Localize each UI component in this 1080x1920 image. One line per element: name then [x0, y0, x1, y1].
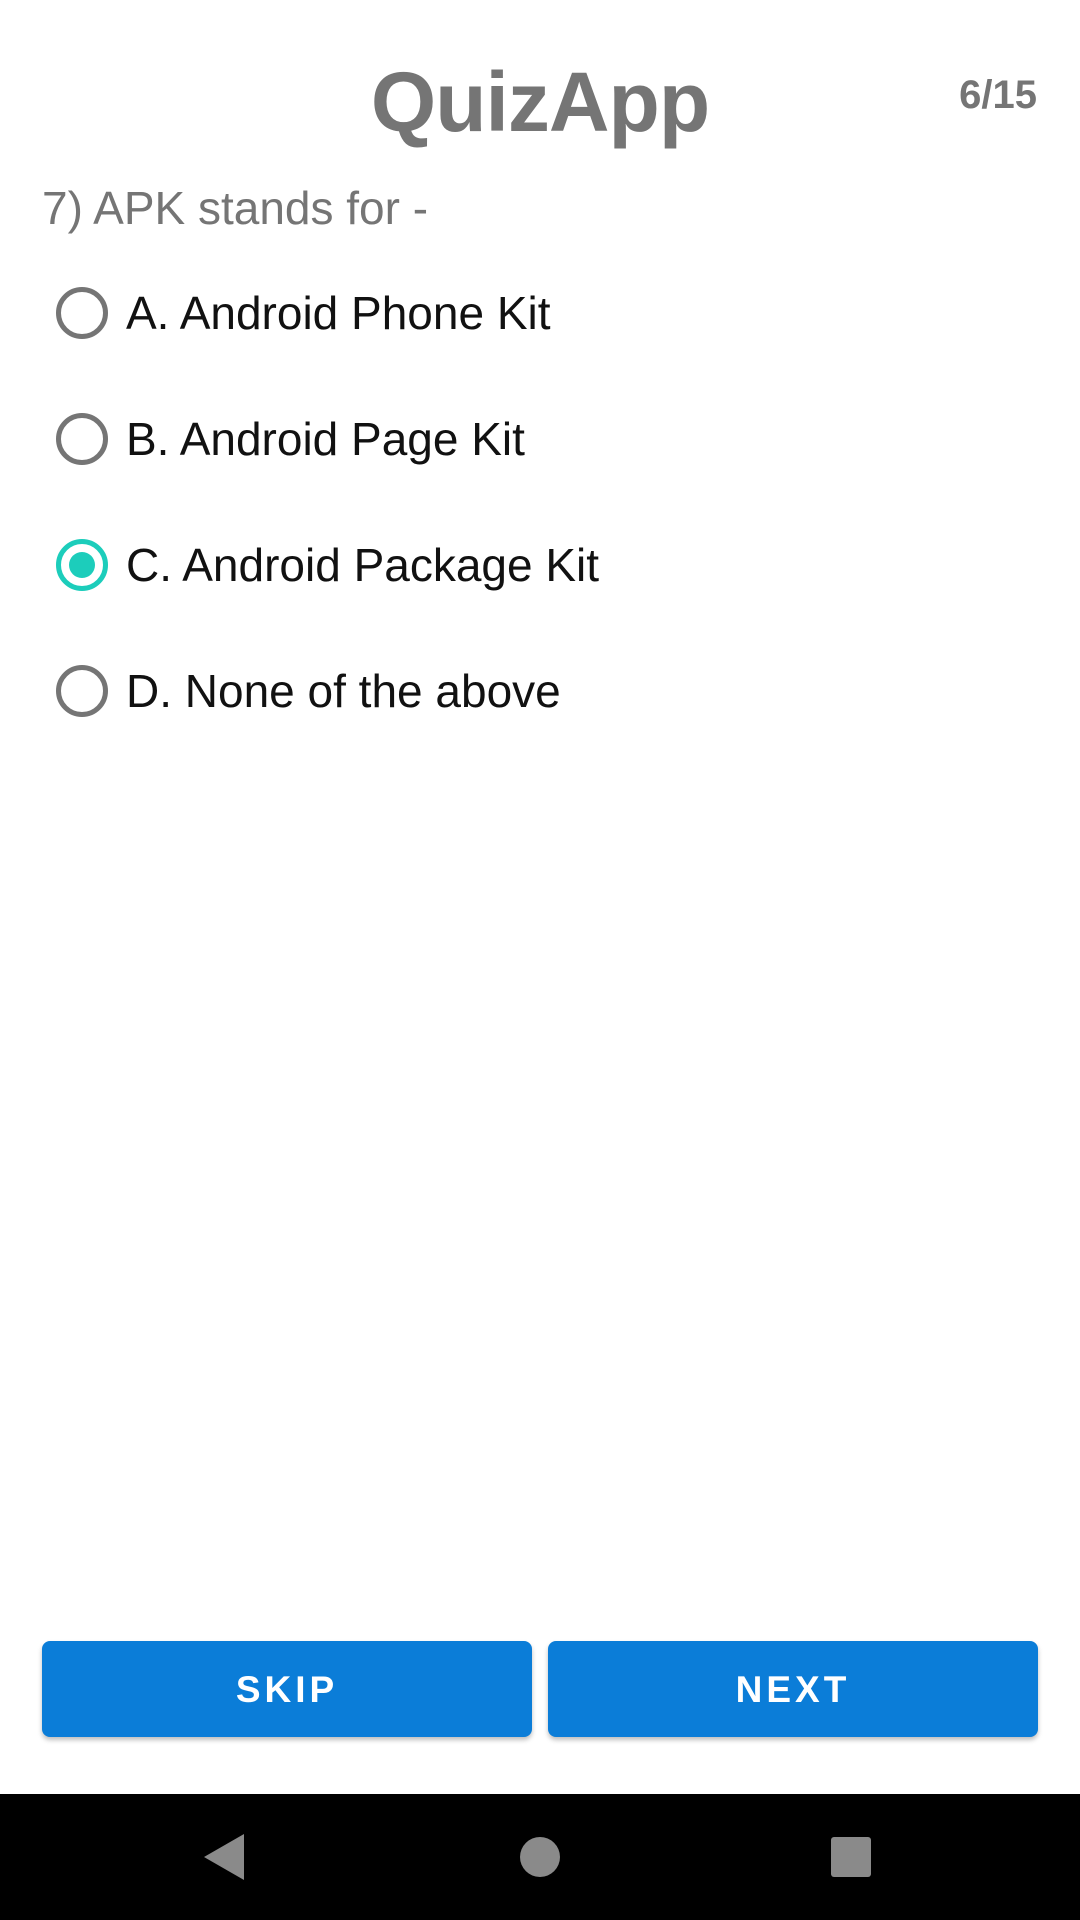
question-progress: 6/15	[959, 73, 1037, 117]
option-label: C. Android Package Kit	[126, 539, 600, 591]
radio-unchecked-icon[interactable]	[56, 287, 108, 339]
answer-options: A. Android Phone Kit B. Android Page Kit…	[56, 250, 1036, 754]
app-header: QuizApp 6/15	[0, 0, 1080, 180]
option-c[interactable]: C. Android Package Kit	[56, 502, 1036, 628]
recents-square-icon[interactable]	[831, 1837, 871, 1877]
radio-checked-icon[interactable]	[56, 539, 108, 591]
system-navigation-bar	[0, 1794, 1080, 1920]
option-a[interactable]: A. Android Phone Kit	[56, 250, 1036, 376]
option-label: B. Android Page Kit	[126, 413, 525, 465]
option-label: D. None of the above	[126, 665, 561, 717]
option-label: A. Android Phone Kit	[126, 287, 551, 339]
home-circle-icon[interactable]	[520, 1837, 560, 1877]
skip-button[interactable]: SKIP	[42, 1641, 532, 1737]
question-text: 7) APK stands for -	[42, 182, 429, 234]
next-button[interactable]: NEXT	[548, 1641, 1038, 1737]
radio-unchecked-icon[interactable]	[56, 413, 108, 465]
option-b[interactable]: B. Android Page Kit	[56, 376, 1036, 502]
app-title: QuizApp	[370, 55, 710, 149]
back-triangle-icon[interactable]	[204, 1834, 244, 1880]
option-d[interactable]: D. None of the above	[56, 628, 1036, 754]
radio-unchecked-icon[interactable]	[56, 665, 108, 717]
